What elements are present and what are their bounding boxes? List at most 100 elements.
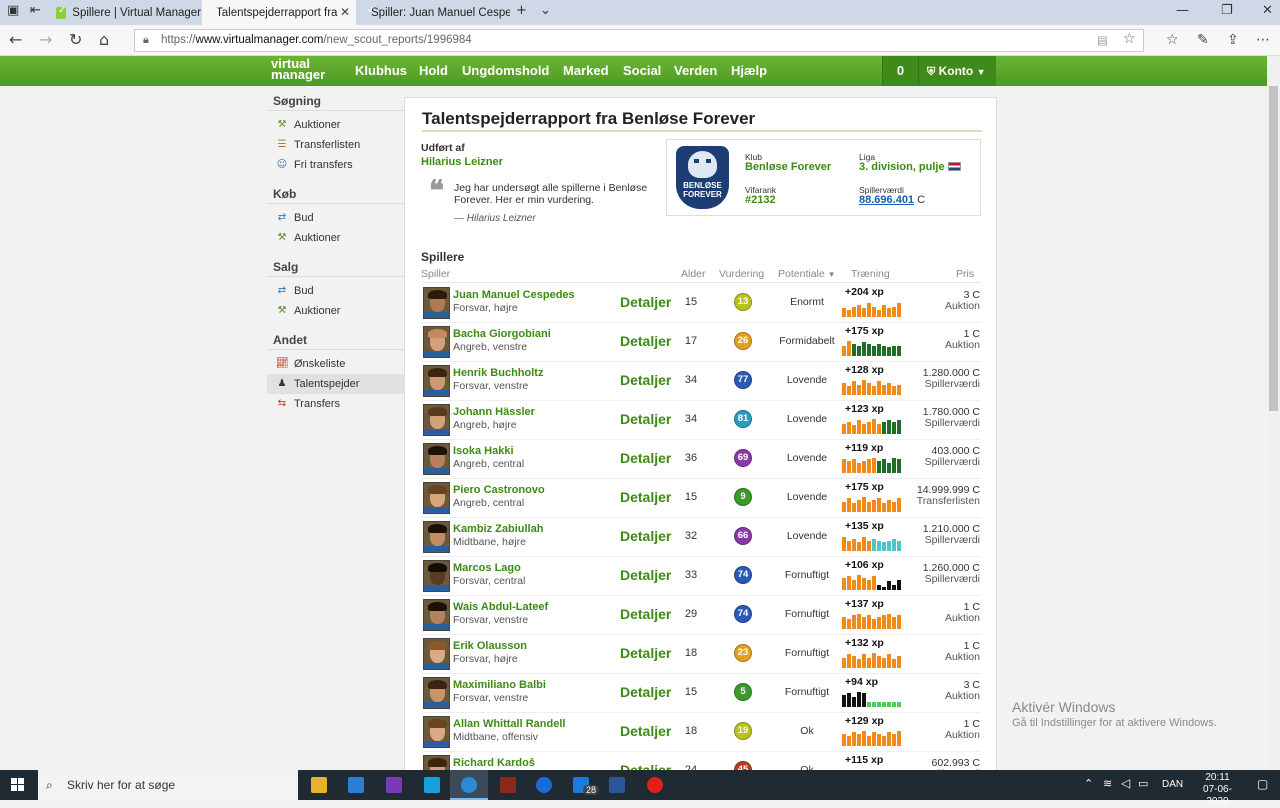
file-explorer-icon[interactable]: [311, 777, 327, 793]
notifications-icon[interactable]: ▢: [1257, 777, 1268, 791]
details-link[interactable]: Detaljer: [620, 333, 671, 349]
account-menu[interactable]: ⛨ Konto ▼: [918, 56, 996, 86]
details-link[interactable]: Detaljer: [620, 684, 671, 700]
player-row[interactable]: Isoka Hakki Angreb, central Detaljer 36 69 Lo…: [421, 440, 981, 479]
volume-icon[interactable]: ◁: [1121, 776, 1130, 790]
header-player[interactable]: Spiller: [421, 268, 450, 280]
player-row[interactable]: Marcos Lago Forsvar, central Detaljer 33 74 F…: [421, 557, 981, 596]
refresh-icon[interactable]: ↻: [69, 30, 82, 49]
player-avatar[interactable]: [423, 677, 450, 709]
details-link[interactable]: Detaljer: [620, 567, 671, 583]
player-avatar[interactable]: [423, 404, 450, 436]
tray-chevron-icon[interactable]: ⌃: [1084, 777, 1093, 790]
player-avatar[interactable]: [423, 287, 450, 319]
forward-icon[interactable]: →: [39, 30, 52, 49]
back-icon[interactable]: ←: [9, 30, 22, 49]
tab-actions-icon[interactable]: ▣: [7, 3, 19, 18]
sidebar-item[interactable]: ☰ Transferlisten: [267, 135, 405, 155]
tab-players[interactable]: Spillere | Virtual Manager: [48, 0, 201, 25]
nav-ungdomshold[interactable]: Ungdomshold: [462, 63, 549, 78]
favorite-star-icon[interactable]: ☆: [1123, 31, 1136, 47]
language-indicator[interactable]: DAN: [1162, 779, 1183, 790]
player-row[interactable]: Allan Whittall Randell Midtbane, offensiv…: [421, 713, 981, 752]
home-icon[interactable]: ⌂: [99, 30, 109, 49]
set-aside-tabs-icon[interactable]: ⇤: [30, 3, 41, 18]
reading-view-icon[interactable]: ▤: [1097, 33, 1108, 47]
player-name-link[interactable]: Allan Whittall Randell: [453, 718, 565, 730]
new-tab-icon[interactable]: +: [516, 3, 527, 18]
player-avatar[interactable]: [423, 443, 450, 475]
edge-taskbar-button[interactable]: [450, 770, 488, 800]
windows-start-icon[interactable]: [11, 778, 25, 792]
player-name-link[interactable]: Maximiliano Balbi: [453, 679, 546, 691]
close-tab-icon[interactable]: ✕: [340, 5, 350, 19]
tab-dropdown-icon[interactable]: ⌄: [540, 3, 551, 18]
nav-social[interactable]: Social: [623, 63, 661, 78]
player-row[interactable]: Johann Hässler Angreb, højre Detaljer 34 81 L…: [421, 401, 981, 440]
details-link[interactable]: Detaljer: [620, 411, 671, 427]
scout-name-link[interactable]: Hilarius Leizner: [421, 156, 503, 168]
player-avatar[interactable]: [423, 482, 450, 514]
player-name-link[interactable]: Erik Olausson: [453, 640, 527, 652]
player-name-link[interactable]: Johann Hässler: [453, 406, 535, 418]
minimize-icon[interactable]: —: [1176, 3, 1189, 18]
pen-icon[interactable]: ✎: [1197, 32, 1209, 48]
nav-hjaelp[interactable]: Hjælp: [731, 63, 767, 78]
header-training[interactable]: Træning: [851, 268, 890, 280]
player-avatar[interactable]: [423, 560, 450, 592]
nav-hold[interactable]: Hold: [419, 63, 448, 78]
more-icon[interactable]: ⋯: [1256, 32, 1270, 48]
player-avatar[interactable]: [423, 365, 450, 397]
details-link[interactable]: Detaljer: [620, 645, 671, 661]
player-row[interactable]: Wais Abdul-Lateef Forsvar, venstre Detalje…: [421, 596, 981, 635]
league-link[interactable]: 3. division, pulje 4: [859, 161, 954, 173]
player-row[interactable]: Erik Olausson Forsvar, højre Detaljer 18 23 F…: [421, 635, 981, 674]
player-avatar[interactable]: [423, 638, 450, 670]
header-price[interactable]: Pris: [956, 268, 974, 280]
details-link[interactable]: Detaljer: [620, 723, 671, 739]
rank-value[interactable]: #2132: [745, 194, 776, 206]
favorites-icon[interactable]: ☆: [1166, 32, 1179, 48]
maximize-icon[interactable]: ❐: [1221, 3, 1233, 18]
coins-counter[interactable]: 0: [882, 56, 918, 86]
close-window-icon[interactable]: ✕: [1262, 3, 1273, 18]
store-icon[interactable]: [348, 777, 364, 793]
player-name-link[interactable]: Piero Castronovo: [453, 484, 545, 496]
nav-verden[interactable]: Verden: [674, 63, 717, 78]
header-potential[interactable]: Potentiale ▼: [778, 268, 836, 280]
scrollbar-thumb[interactable]: [1269, 86, 1278, 411]
sidebar-item[interactable]: ⚒ Auktioner: [267, 228, 405, 248]
player-name-link[interactable]: Richard Kardoš: [453, 757, 535, 769]
team-value-link[interactable]: 88.696.401: [859, 194, 914, 206]
opera-icon[interactable]: [647, 777, 663, 793]
player-name-link[interactable]: Kambiz Zabiullah: [453, 523, 543, 535]
word-icon[interactable]: [609, 777, 625, 793]
header-age[interactable]: Alder: [681, 268, 706, 280]
club-link[interactable]: Benløse Forever: [745, 161, 831, 173]
details-link[interactable]: Detaljer: [620, 489, 671, 505]
player-name-link[interactable]: Wais Abdul-Lateef: [453, 601, 548, 613]
tab-player[interactable]: Spiller: Juan Manuel Cespec: [357, 0, 510, 25]
player-row[interactable]: Juan Manuel Cespedes Forsvar, højre Detalj…: [421, 284, 981, 323]
player-row[interactable]: Piero Castronovo Angreb, central Detaljer 1…: [421, 479, 981, 518]
player-row[interactable]: Bacha Giorgobiani Angreb, venstre Detaljer…: [421, 323, 981, 362]
player-name-link[interactable]: Bacha Giorgobiani: [453, 328, 551, 340]
details-link[interactable]: Detaljer: [620, 528, 671, 544]
app-red-icon[interactable]: [500, 777, 516, 793]
sidebar-item[interactable]: ♟ Talentspejder: [267, 374, 405, 394]
url-field[interactable]: 🔒︎ https://www.virtualmanager.com/new_sc…: [134, 29, 1144, 52]
player-avatar[interactable]: [423, 326, 450, 358]
player-row[interactable]: Henrik Buchholtz Forsvar, venstre Detaljer…: [421, 362, 981, 401]
sidebar-item[interactable]: ⇄ Bud: [267, 208, 405, 228]
share-icon[interactable]: ⇪: [1227, 32, 1239, 48]
sidebar-item[interactable]: ⇄ Bud: [267, 281, 405, 301]
player-row[interactable]: Maximiliano Balbi Forsvar, venstre Detalje…: [421, 674, 981, 713]
nav-klubhus[interactable]: Klubhus: [355, 63, 407, 78]
player-row[interactable]: Kambiz Zabiullah Midtbane, højre Detaljer 3…: [421, 518, 981, 557]
wifi-icon[interactable]: ≋: [1103, 777, 1112, 790]
header-rating[interactable]: Vurdering: [719, 268, 764, 280]
details-link[interactable]: Detaljer: [620, 294, 671, 310]
player-avatar[interactable]: [423, 599, 450, 631]
sidebar-item[interactable]: ⚒ Auktioner: [267, 301, 405, 321]
sidebar-item[interactable]: 📈︎ Ønskeliste: [267, 354, 405, 374]
